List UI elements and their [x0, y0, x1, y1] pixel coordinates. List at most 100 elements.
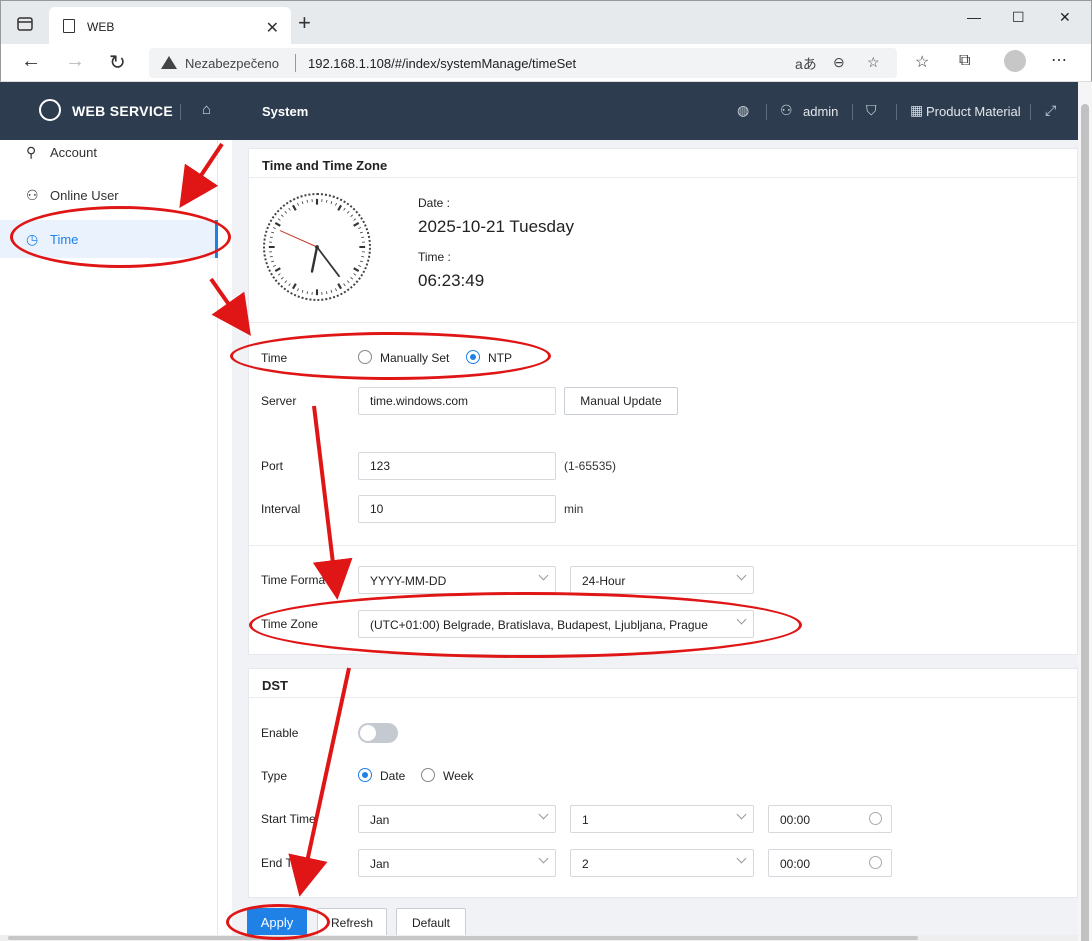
- chevron-down-icon: [538, 570, 549, 581]
- scrollbar-thumb[interactable]: [8, 936, 918, 940]
- hour-format-value: 24-Hour: [582, 574, 626, 588]
- clock-tick: [284, 210, 288, 214]
- scrollbar-thumb[interactable]: [1081, 104, 1089, 941]
- window-close-button[interactable]: ✕: [1059, 9, 1071, 26]
- minimize-button[interactable]: —: [967, 9, 981, 25]
- horizontal-scrollbar[interactable]: [0, 935, 1078, 941]
- divider: [249, 322, 1079, 323]
- clock-tick: [337, 204, 342, 211]
- fullscreen-icon[interactable]: ⤢: [1045, 102, 1056, 119]
- end-day-select[interactable]: 2: [570, 849, 754, 877]
- qr-code-icon[interactable]: ▦: [910, 102, 923, 119]
- home-icon[interactable]: ⌂: [202, 101, 211, 118]
- time-format-label: Time Forma: [261, 573, 326, 587]
- manual-update-button[interactable]: Manual Update: [564, 387, 678, 415]
- clock-tick: [343, 207, 346, 211]
- product-material-link[interactable]: Product Material: [926, 104, 1021, 119]
- back-arrow-icon[interactable]: ←: [21, 50, 41, 73]
- start-time-label: Start Time: [261, 812, 316, 826]
- reload-icon[interactable]: ↻: [109, 50, 126, 75]
- hour-format-select[interactable]: 24-Hour: [570, 566, 754, 594]
- language-globe-icon[interactable]: ◍: [737, 102, 749, 119]
- favorites-icon[interactable]: ☆: [915, 52, 929, 72]
- collections-icon[interactable]: ⧉: [959, 52, 970, 70]
- radio-type-week[interactable]: [421, 768, 435, 782]
- header-divider: [1030, 104, 1031, 120]
- clock-tick: [274, 267, 281, 272]
- start-month-value: Jan: [370, 813, 390, 827]
- section-title[interactable]: System: [262, 104, 308, 119]
- brand-logo-icon: [39, 99, 61, 121]
- user-icon[interactable]: ⚇: [780, 102, 793, 119]
- username[interactable]: admin: [803, 104, 838, 119]
- vertical-scrollbar[interactable]: [1078, 82, 1092, 941]
- shield-icon[interactable]: ⛉: [866, 102, 877, 119]
- add-favorite-icon[interactable]: ☆: [867, 54, 880, 71]
- clock-tick: [350, 214, 354, 218]
- clock-tick: [350, 276, 354, 280]
- browser-tab[interactable]: WEB ✕: [49, 7, 291, 45]
- clock-tick: [359, 260, 363, 263]
- type-date-label[interactable]: Date: [380, 769, 405, 783]
- new-tab-button[interactable]: +: [298, 12, 311, 34]
- url-divider: [295, 54, 296, 72]
- tab-actions-icon[interactable]: [15, 15, 35, 33]
- header-divider: [180, 104, 181, 120]
- read-aloud-icon[interactable]: aあ: [795, 54, 817, 74]
- clock-icon: [869, 856, 882, 869]
- divider: [249, 177, 1079, 178]
- type-week-label[interactable]: Week: [443, 769, 473, 783]
- clock-tick: [272, 227, 276, 229]
- clock-tick: [330, 201, 333, 205]
- port-input[interactable]: 123: [358, 452, 556, 480]
- second-hand: [279, 230, 318, 248]
- dst-enable-toggle[interactable]: [358, 723, 398, 743]
- forward-arrow-icon[interactable]: →: [65, 50, 85, 73]
- screenshot-root: WEB ✕ + — ☐ ✕ ← → ↻ Nezabezpečeno 192.16…: [0, 0, 1092, 941]
- clock-tick: [292, 283, 297, 290]
- url-field[interactable]: Nezabezpečeno 192.168.1.108/#/index/syst…: [149, 48, 897, 78]
- annotation-ring-time-menu: [10, 206, 231, 268]
- time-value: 06:23:49: [418, 271, 485, 290]
- end-month-select[interactable]: Jan: [358, 849, 556, 877]
- panel-title: Time and Time Zone: [262, 158, 388, 173]
- user-icon: ⚇: [26, 187, 39, 203]
- date-label: Date :: [418, 196, 451, 210]
- annotation-ring-ntp: [230, 332, 551, 380]
- zoom-icon[interactable]: ⊖: [833, 54, 845, 71]
- clock-tick: [353, 267, 360, 272]
- dst-title: DST: [262, 678, 288, 693]
- end-month-value: Jan: [370, 857, 390, 871]
- start-day-select[interactable]: 1: [570, 805, 754, 833]
- clock-tick: [306, 199, 308, 203]
- clock-tick: [335, 288, 337, 292]
- more-options-icon[interactable]: ⋯: [1051, 50, 1067, 70]
- sidebar-item-label: Account: [50, 145, 97, 160]
- date-format-select[interactable]: YYYY-MM-DD: [358, 566, 556, 594]
- profile-avatar[interactable]: [1004, 50, 1026, 72]
- end-time-picker[interactable]: 00:00: [768, 849, 892, 877]
- interval-input[interactable]: 10: [358, 495, 556, 523]
- start-time-picker[interactable]: 00:00: [768, 805, 892, 833]
- annotation-ring-apply: [226, 904, 330, 940]
- server-input[interactable]: time.windows.com: [358, 387, 556, 415]
- tab-close-icon[interactable]: ✕: [266, 18, 279, 38]
- interval-label: Interval: [261, 502, 301, 516]
- clock-tick: [288, 207, 291, 211]
- url-text[interactable]: 192.168.1.108/#/index/systemManage/timeS…: [308, 56, 576, 71]
- default-button[interactable]: Default: [396, 908, 466, 938]
- sidebar-item-label: Online User: [50, 188, 119, 203]
- dst-enable-label: Enable: [261, 726, 299, 740]
- clock-tick: [280, 214, 284, 218]
- clock-tick: [353, 273, 357, 276]
- clock-tick: [358, 227, 362, 229]
- radio-type-date[interactable]: [358, 768, 372, 782]
- annotation-ring-time-zone: [249, 592, 802, 658]
- chevron-down-icon: [736, 853, 747, 864]
- clock-center: [315, 245, 319, 249]
- clock-tick: [271, 260, 275, 263]
- sidebar-item-account[interactable]: ⚲ Account: [0, 133, 218, 171]
- clock-tick: [337, 283, 342, 290]
- start-month-select[interactable]: Jan: [358, 805, 556, 833]
- maximize-button[interactable]: ☐: [1012, 9, 1025, 26]
